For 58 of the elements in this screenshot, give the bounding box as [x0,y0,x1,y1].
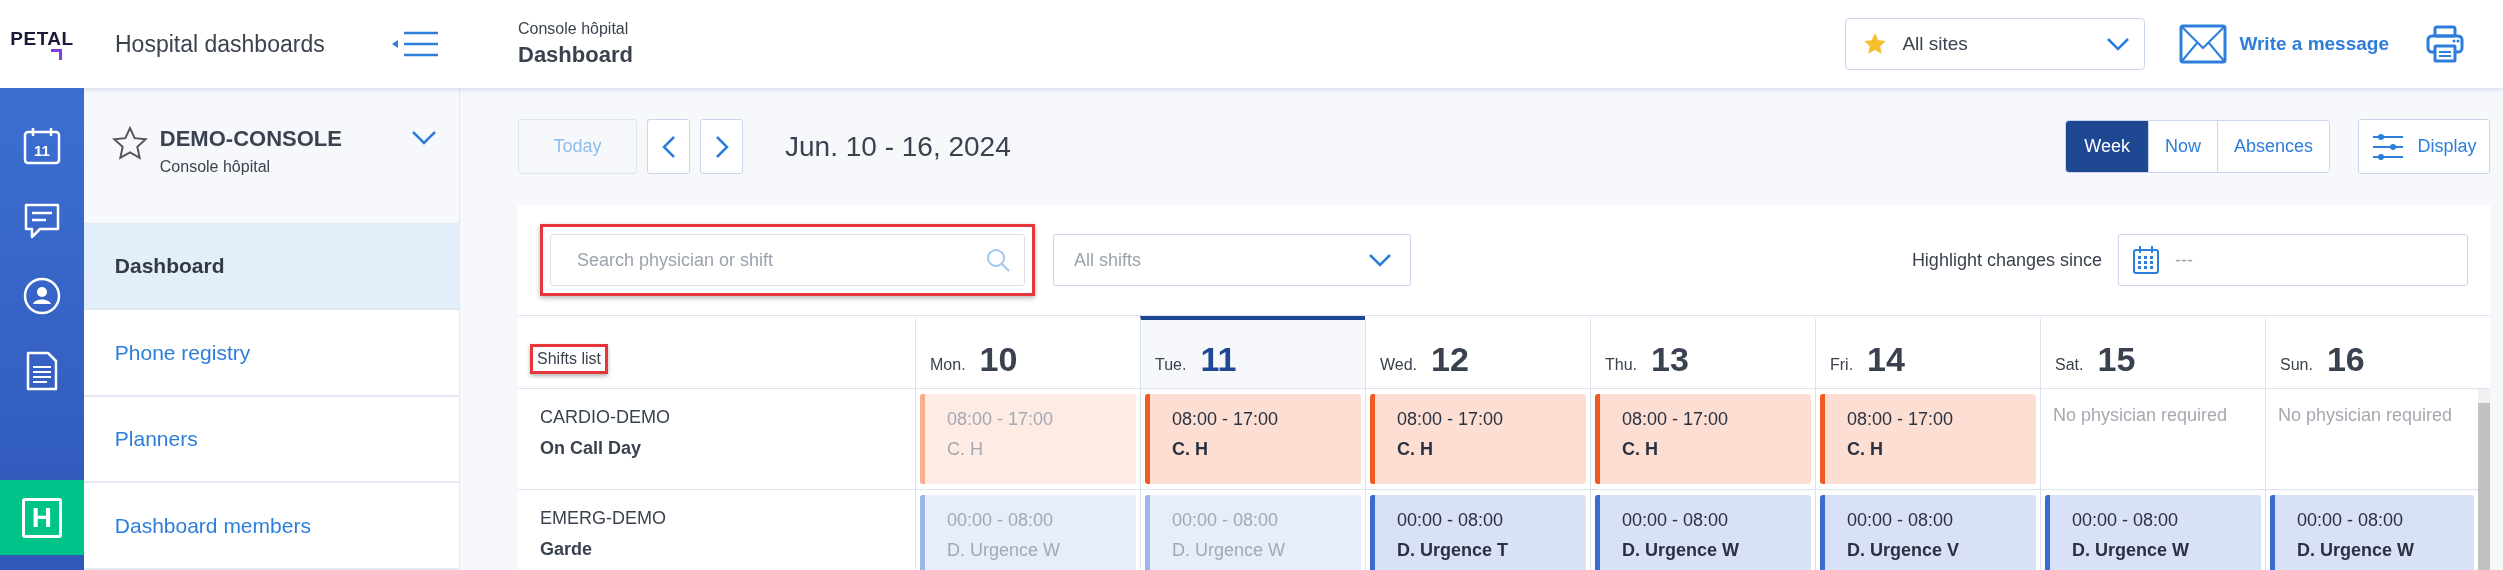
nav-item[interactable]: Dashboard members [83,483,459,570]
display-button[interactable]: Display [2358,119,2490,174]
next-button[interactable] [700,119,743,174]
view-tab[interactable]: Now [2147,121,2217,172]
day-header[interactable]: Tue. 11 [1140,316,1365,388]
sliders-icon [2371,131,2406,162]
write-message-link[interactable]: Write a message [2239,33,2389,55]
search-icon [985,247,1011,273]
date-range: Jun. 10 - 16, 2024 [785,130,1012,163]
view-tab[interactable]: Week [2066,121,2148,172]
view-tab[interactable]: Absences [2216,121,2329,172]
day-header[interactable]: Fri. 14 [1815,316,2040,388]
day-header[interactable]: Sun. 16 [2265,316,2490,388]
shift-card[interactable]: 00:00 - 08:00 D. Urgence W [2270,495,2474,570]
chevron-right-icon [714,134,729,159]
nav-item[interactable]: Planners [83,396,459,484]
collapse-menu-icon[interactable] [390,29,440,59]
shift-card[interactable]: 00:00 - 08:00 D. Urgence T [1370,495,1586,570]
shift-card[interactable]: 08:00 - 17:00 C. H [1820,394,2036,484]
envelope-icon[interactable] [2179,24,2228,64]
calendar-icon [2132,245,2160,275]
day-header[interactable]: Sat. 15 [2040,316,2265,388]
highlight-label: Highlight changes since [1911,249,2102,271]
shift-name: On Call Day [540,438,643,459]
document-icon [24,350,59,391]
shift-name: Garde [540,539,594,560]
day-header[interactable]: Thu. 13 [1590,316,1815,388]
search-field[interactable]: Search physician or shift [550,234,1025,286]
chevron-down-icon [1368,253,1392,267]
nav-item[interactable]: Phone registry [83,310,459,397]
service-name: EMERG-DEMO [540,508,667,529]
no-physician-note: No physician required [2277,404,2454,427]
no-physician-note: No physician required [2052,404,2229,427]
shift-card[interactable]: 00:00 - 08:00 D. Urgence W [2045,495,2261,570]
date-field[interactable]: --- [2118,234,2468,286]
logo: PETAL [10,28,74,60]
page-title: Dashboard [518,42,634,68]
previous-button[interactable] [647,119,690,174]
service-name: CARDIO-DEMO [540,407,671,428]
column-header: Shifts list [530,344,608,374]
console-subtitle: Console hôpital [159,158,272,176]
nav-item[interactable]: Dashboard [83,223,459,311]
day-header[interactable]: Wed. 12 [1365,316,1590,388]
shift-card[interactable]: 08:00 - 17:00 C. H [1370,394,1586,484]
shift-card[interactable]: 08:00 - 17:00 C. H [1595,394,1811,484]
app-title: Hospital dashboards [115,30,325,58]
chevron-down-icon[interactable] [411,130,437,146]
rail-item[interactable]: 11 [0,108,84,183]
shift-card[interactable]: 00:00 - 08:00 D. Urgence W [1595,495,1811,570]
console-name: DEMO-CONSOLE [159,126,343,152]
site-select[interactable]: All sites [1845,18,2146,70]
shift-card[interactable]: 00:00 - 08:00 D. Urgence V [1820,495,2036,570]
chevron-down-icon [2106,37,2131,51]
printer-icon[interactable] [2425,24,2465,64]
user-icon [21,275,62,316]
breadcrumb: Console hôpital [518,20,630,38]
chevron-left-icon [661,134,676,159]
shift-card[interactable]: 08:00 - 17:00 C. H [1145,394,1361,484]
